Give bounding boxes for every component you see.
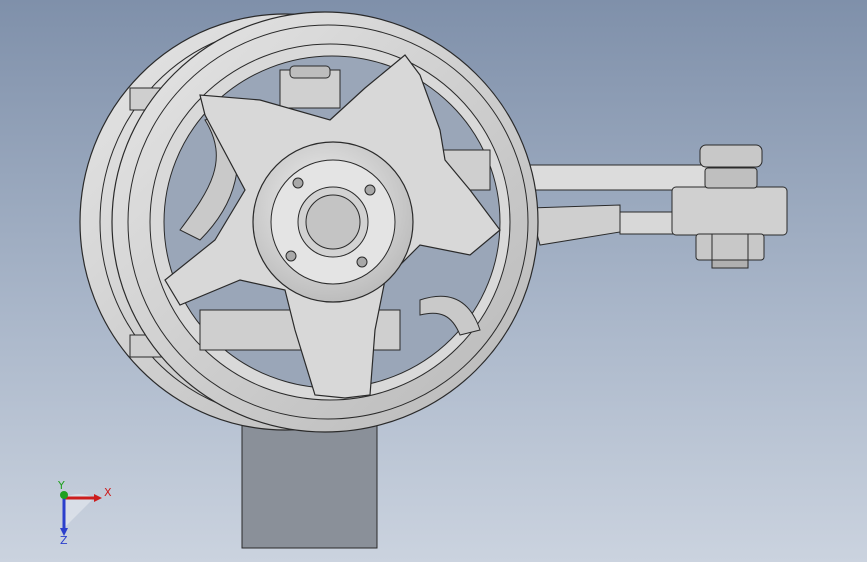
y-axis-label: Y bbox=[57, 480, 65, 492]
z-axis-label: Z bbox=[60, 534, 68, 545]
wheel-hub[interactable] bbox=[252, 141, 414, 303]
y-axis-arrow bbox=[60, 491, 68, 499]
coordinate-triad: X Y Z bbox=[57, 480, 112, 545]
graphics-viewport[interactable]: X Y Z bbox=[0, 0, 867, 562]
x-axis-label: X bbox=[104, 486, 112, 499]
wheel-assembly-model[interactable] bbox=[0, 0, 867, 562]
